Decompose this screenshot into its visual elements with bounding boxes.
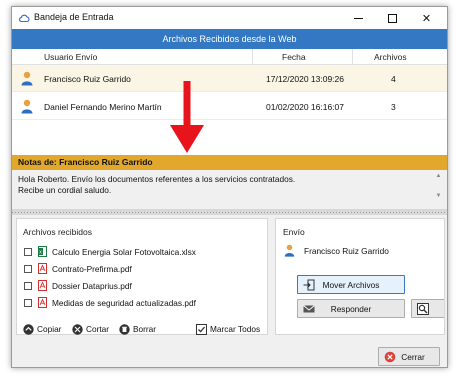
view-button[interactable]: V	[411, 299, 444, 318]
reply-label: Responder	[330, 304, 372, 314]
notes-label: Notas de: Francisco Ruiz Garrido	[18, 157, 153, 167]
cut-label: Cortar	[86, 324, 110, 334]
red-down-arrow-icon	[170, 81, 204, 153]
window-title: Bandeja de Entrada	[34, 12, 114, 22]
cut-button[interactable]: Cortar	[72, 322, 109, 336]
envio-panel-title: Envío	[283, 227, 305, 237]
files-panel-title: Archivos recibidos	[23, 227, 92, 237]
copy-icon	[23, 323, 34, 335]
magnifier-icon	[417, 303, 429, 315]
row-date: 01/02/2020 16:16:07	[266, 102, 344, 112]
reply-button[interactable]: Responder	[297, 299, 405, 318]
file-name: Contrato-Prefirma.pdf	[52, 264, 132, 274]
file-checkbox[interactable]	[24, 248, 32, 256]
received-files-panel: Archivos recibidos x Calculo Energia Sol…	[16, 218, 268, 335]
user-icon	[21, 99, 33, 114]
header-band: Archivos Recibidos desde la Web	[12, 29, 447, 49]
close-icon: ✕	[421, 12, 432, 25]
move-files-button[interactable]: Mover Archivos	[297, 275, 405, 294]
minimize-icon	[354, 17, 363, 19]
row-date: 17/12/2020 13:09:26	[266, 74, 344, 84]
file-checkbox[interactable]	[24, 265, 32, 273]
close-window-button[interactable]: ✕	[410, 7, 443, 29]
user-icon	[21, 71, 33, 86]
mark-all-button[interactable]: Marcar Todos	[196, 322, 260, 336]
notes-text: Hola Roberto. Envío los documentos refer…	[18, 174, 418, 196]
table-row[interactable]: Francisco Ruiz Garrido 17/12/2020 13:09:…	[12, 65, 447, 92]
trash-icon	[119, 323, 130, 335]
messages-grid: Usuario Envío Fecha Archivos Francisco R…	[12, 49, 447, 162]
cloud-app-icon	[19, 14, 30, 23]
column-header-files[interactable]: Archivos	[374, 52, 407, 62]
maximize-icon	[388, 13, 397, 23]
checkbox-checked-icon	[196, 323, 207, 335]
close-dialog-label: Cerrar	[401, 352, 425, 362]
pdf-file-icon	[38, 297, 47, 308]
copy-button[interactable]: Copiar	[23, 322, 61, 336]
notes-line: Recibe un cordial saludo.	[18, 185, 112, 195]
notes-header: Notas de: Francisco Ruiz Garrido	[12, 155, 447, 170]
scroll-up-icon[interactable]: ▲	[434, 173, 443, 179]
list-item[interactable]: Dossier Dataprius.pdf	[24, 280, 264, 293]
close-dialog-button[interactable]: Cerrar	[378, 347, 440, 366]
inbox-window: Bandeja de Entrada ✕ Archivos Recibidos …	[11, 6, 448, 368]
title-bar[interactable]: Bandeja de Entrada ✕	[12, 7, 447, 29]
bottom-area: Archivos recibidos x Calculo Energia Sol…	[12, 215, 447, 367]
table-row[interactable]: Daniel Fernando Merino Martín 01/02/2020…	[12, 93, 447, 120]
list-item[interactable]: x Calculo Energia Solar Fotovoltaica.xls…	[24, 246, 264, 259]
header-title: Archivos Recibidos desde la Web	[162, 34, 297, 44]
envio-sender-name: Francisco Ruiz Garrido	[304, 246, 389, 256]
notes-textarea[interactable]: Hola Roberto. Envío los documentos refer…	[12, 170, 447, 210]
minimize-button[interactable]	[342, 7, 375, 29]
column-separator	[252, 49, 253, 65]
file-name: Calculo Energia Solar Fotovoltaica.xlsx	[52, 247, 196, 257]
copy-label: Copiar	[37, 324, 62, 334]
envio-panel: Envío Francisco Ruiz Garrido Mover Archi…	[275, 218, 445, 335]
excel-file-icon: x	[38, 246, 47, 257]
file-checkbox[interactable]	[24, 282, 32, 290]
column-header-date[interactable]: Fecha	[282, 52, 306, 62]
list-item[interactable]: Medidas de seguridad actualizadas.pdf	[24, 297, 264, 310]
column-separator	[352, 49, 353, 65]
mark-all-label: Marcar Todos	[210, 324, 261, 334]
notes-scrollbar[interactable]: ▲ ▼	[434, 173, 443, 207]
grid-header: Usuario Envío Fecha Archivos	[12, 49, 447, 65]
notes-line: Hola Roberto. Envío los documentos refer…	[18, 174, 296, 184]
move-files-label: Mover Archivos	[322, 280, 380, 290]
row-user: Daniel Fernando Merino Martín	[44, 102, 162, 112]
row-user: Francisco Ruiz Garrido	[44, 74, 131, 84]
user-icon	[284, 244, 295, 257]
file-actions-bar: Copiar Cortar Borrar Marcar Todos	[16, 322, 268, 338]
scroll-down-icon[interactable]: ▼	[434, 193, 443, 199]
row-files-count: 3	[391, 102, 396, 112]
delete-button[interactable]: Borrar	[119, 322, 156, 336]
pdf-file-icon	[38, 280, 47, 291]
scissors-icon	[72, 323, 83, 335]
list-item[interactable]: Contrato-Prefirma.pdf	[24, 263, 264, 276]
row-files-count: 4	[391, 74, 396, 84]
maximize-button[interactable]	[376, 7, 409, 29]
delete-label: Borrar	[133, 324, 157, 334]
column-header-user[interactable]: Usuario Envío	[44, 52, 97, 62]
file-name: Medidas de seguridad actualizadas.pdf	[52, 298, 196, 308]
file-checkbox[interactable]	[24, 299, 32, 307]
pdf-file-icon	[38, 263, 47, 274]
file-name: Dossier Dataprius.pdf	[52, 281, 132, 291]
